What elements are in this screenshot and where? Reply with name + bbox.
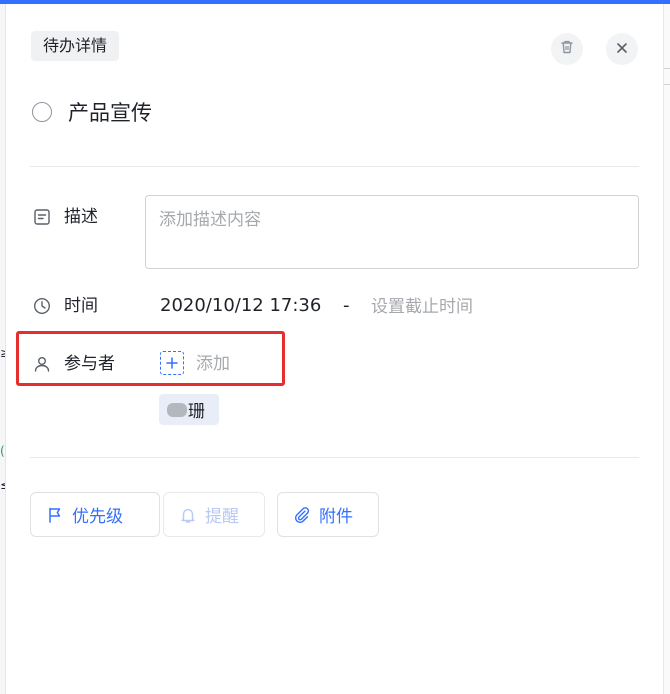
attachment-label: 附件 <box>319 507 353 527</box>
delete-button[interactable] <box>551 33 583 65</box>
reminder-label: 提醒 <box>205 507 239 527</box>
task-title[interactable]: 产品宣传 <box>68 98 152 128</box>
participants-label: 参与者 <box>64 354 115 374</box>
time-separator: - <box>343 295 350 316</box>
divider <box>30 166 639 167</box>
add-participant-button[interactable] <box>160 351 184 375</box>
description-label: 描述 <box>64 207 98 227</box>
add-participant-label[interactable]: 添加 <box>196 352 230 376</box>
time-label: 时间 <box>64 296 98 316</box>
task-complete-checkbox[interactable] <box>32 102 52 122</box>
divider <box>30 457 639 458</box>
panel-title: 待办详情 <box>31 31 120 61</box>
user-icon <box>32 354 52 374</box>
background-scroll-edge <box>663 4 670 694</box>
start-time[interactable]: 2020/10/12 17:36 <box>160 294 321 318</box>
priority-button[interactable]: 优先级 <box>30 492 160 537</box>
todo-detail-panel: 待办详情 产品宣传 描述 添加描述内容 时间 2020/10/12 17:36 … <box>6 4 664 694</box>
participant-name: 珊 <box>188 402 205 422</box>
attachment-button[interactable]: 附件 <box>277 492 379 537</box>
redacted-name-blur <box>167 402 187 417</box>
annotation-highlight-box <box>16 331 285 386</box>
close-button[interactable] <box>606 33 638 65</box>
plus-icon <box>166 354 178 373</box>
flag-icon <box>49 507 61 523</box>
paperclip-icon <box>294 506 310 523</box>
description-icon <box>32 207 52 227</box>
reminder-button[interactable]: 提醒 <box>163 492 265 537</box>
trash-icon <box>559 39 575 59</box>
close-icon <box>615 40 629 59</box>
set-deadline-button[interactable]: 设置截止时间 <box>371 295 473 319</box>
description-input[interactable]: 添加描述内容 <box>145 195 639 269</box>
bell-icon <box>181 508 195 523</box>
priority-label: 优先级 <box>72 507 123 527</box>
participant-chip[interactable]: 珊 <box>159 394 219 425</box>
clock-icon <box>32 296 52 316</box>
